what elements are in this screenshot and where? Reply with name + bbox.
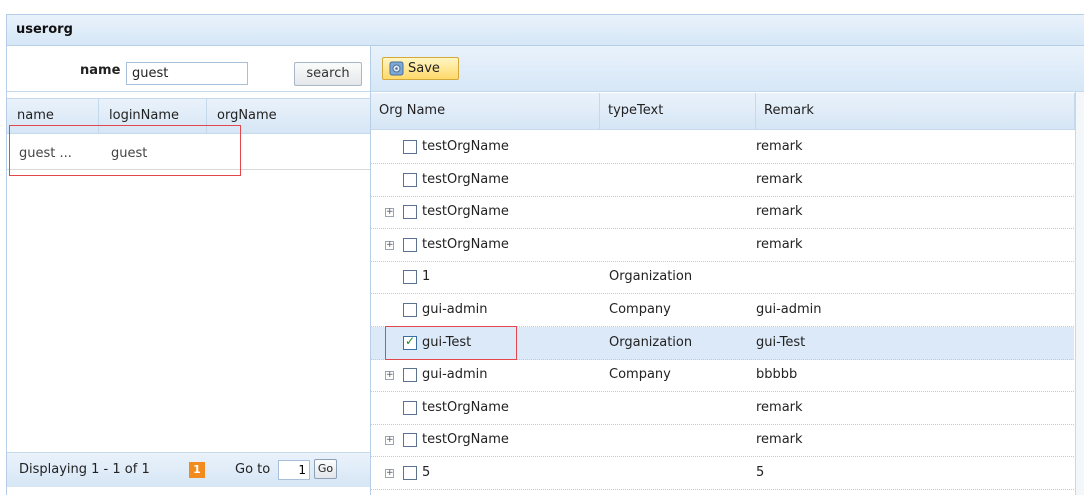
goto-page-input[interactable] xyxy=(278,460,310,480)
pager: Displaying 1 - 1 of 1 1 Go to Go xyxy=(7,452,370,487)
column-header-remark[interactable]: Remark xyxy=(756,93,1075,129)
gear-save-icon xyxy=(389,61,404,76)
remark-cell: remark xyxy=(756,139,803,154)
org-name-cell: testOrgName xyxy=(422,399,509,415)
remark-cell: gui-Test xyxy=(756,334,806,350)
row-checkbox[interactable] xyxy=(403,237,417,252)
org-grid-header: Org Name typeText Remark xyxy=(371,93,1084,130)
row-checkbox[interactable] xyxy=(403,140,417,154)
row-checkbox[interactable] xyxy=(403,270,417,285)
pager-summary: Displaying 1 - 1 of 1 xyxy=(19,462,150,477)
page-number-button[interactable]: 1 xyxy=(189,462,205,478)
table-row[interactable]: testOrgName remark xyxy=(371,164,1074,197)
highlight-box xyxy=(385,326,517,360)
remark-cell: remark xyxy=(756,236,803,252)
remark-cell: remark xyxy=(756,432,803,448)
row-checkbox[interactable] xyxy=(403,466,417,480)
expand-icon[interactable]: + xyxy=(385,469,394,478)
go-button[interactable]: Go xyxy=(314,459,337,479)
highlight-box xyxy=(9,125,241,176)
type-text-cell: Company xyxy=(609,302,671,317)
search-button[interactable]: search xyxy=(294,62,362,86)
remark-cell: gui-admin xyxy=(756,302,822,317)
type-text-cell: Organization xyxy=(609,269,693,285)
remark-cell: remark xyxy=(756,204,803,220)
row-checkbox[interactable] xyxy=(403,400,417,415)
table-row[interactable]: 1 Organization xyxy=(371,261,1074,295)
vertical-scrollbar[interactable] xyxy=(1075,92,1084,495)
org-name-cell: testOrgName xyxy=(422,432,509,448)
expand-icon[interactable]: + xyxy=(385,208,394,218)
table-row[interactable]: + testOrgName remark xyxy=(371,424,1074,458)
name-search-input[interactable] xyxy=(126,62,248,85)
toolbar: Save xyxy=(371,46,1084,92)
type-text-cell: Company xyxy=(609,367,671,383)
table-row[interactable]: + testOrgName remark xyxy=(371,196,1074,230)
row-checkbox[interactable] xyxy=(403,303,417,317)
column-header-typetext[interactable]: typeText xyxy=(600,93,756,129)
org-name-cell: gui-admin xyxy=(422,367,488,383)
column-header-org-name[interactable]: Org Name xyxy=(371,93,600,129)
search-bar: name search xyxy=(7,46,370,92)
search-label: name xyxy=(80,63,121,78)
expand-icon[interactable]: + xyxy=(385,436,394,446)
remark-cell: 5 xyxy=(756,465,765,480)
expand-icon[interactable]: + xyxy=(385,371,394,381)
table-row[interactable]: testOrgName remark xyxy=(371,131,1074,164)
panel-title: userorg xyxy=(6,14,1084,46)
table-row[interactable]: +5 5 xyxy=(371,457,1074,490)
remark-cell: remark xyxy=(756,399,803,415)
org-tree-panel: Save Org Name typeText Remark testOrgNam… xyxy=(371,46,1084,495)
org-name-cell: 5 xyxy=(422,465,431,480)
org-name-cell: testOrgName xyxy=(422,139,509,154)
row-checkbox[interactable] xyxy=(403,368,417,383)
user-list-panel: name search name loginName orgName guest… xyxy=(6,46,371,495)
remark-cell: bbbbb xyxy=(756,367,798,383)
row-checkbox[interactable] xyxy=(403,172,417,187)
table-row[interactable]: + gui-admin Company bbbbb xyxy=(371,359,1074,393)
org-name-cell: gui-admin xyxy=(422,302,488,317)
org-name-cell: testOrgName xyxy=(422,236,509,252)
expand-icon[interactable]: + xyxy=(385,240,394,250)
save-label: Save xyxy=(408,61,440,76)
table-row[interactable]: + testOrgName remark xyxy=(371,229,1074,262)
row-checkbox[interactable] xyxy=(403,433,417,448)
org-name-cell: 1 xyxy=(422,269,431,285)
org-name-cell: testOrgName xyxy=(422,204,509,220)
type-text-cell: Organization xyxy=(609,334,693,350)
remark-cell: remark xyxy=(756,171,803,187)
save-button[interactable]: Save xyxy=(382,57,459,80)
table-row[interactable]: gui-admin Company gui-admin xyxy=(371,294,1074,327)
goto-label: Go to xyxy=(235,462,271,477)
org-name-cell: testOrgName xyxy=(422,171,509,187)
row-checkbox[interactable] xyxy=(403,205,417,220)
table-row[interactable]: testOrgName remark xyxy=(371,392,1074,425)
